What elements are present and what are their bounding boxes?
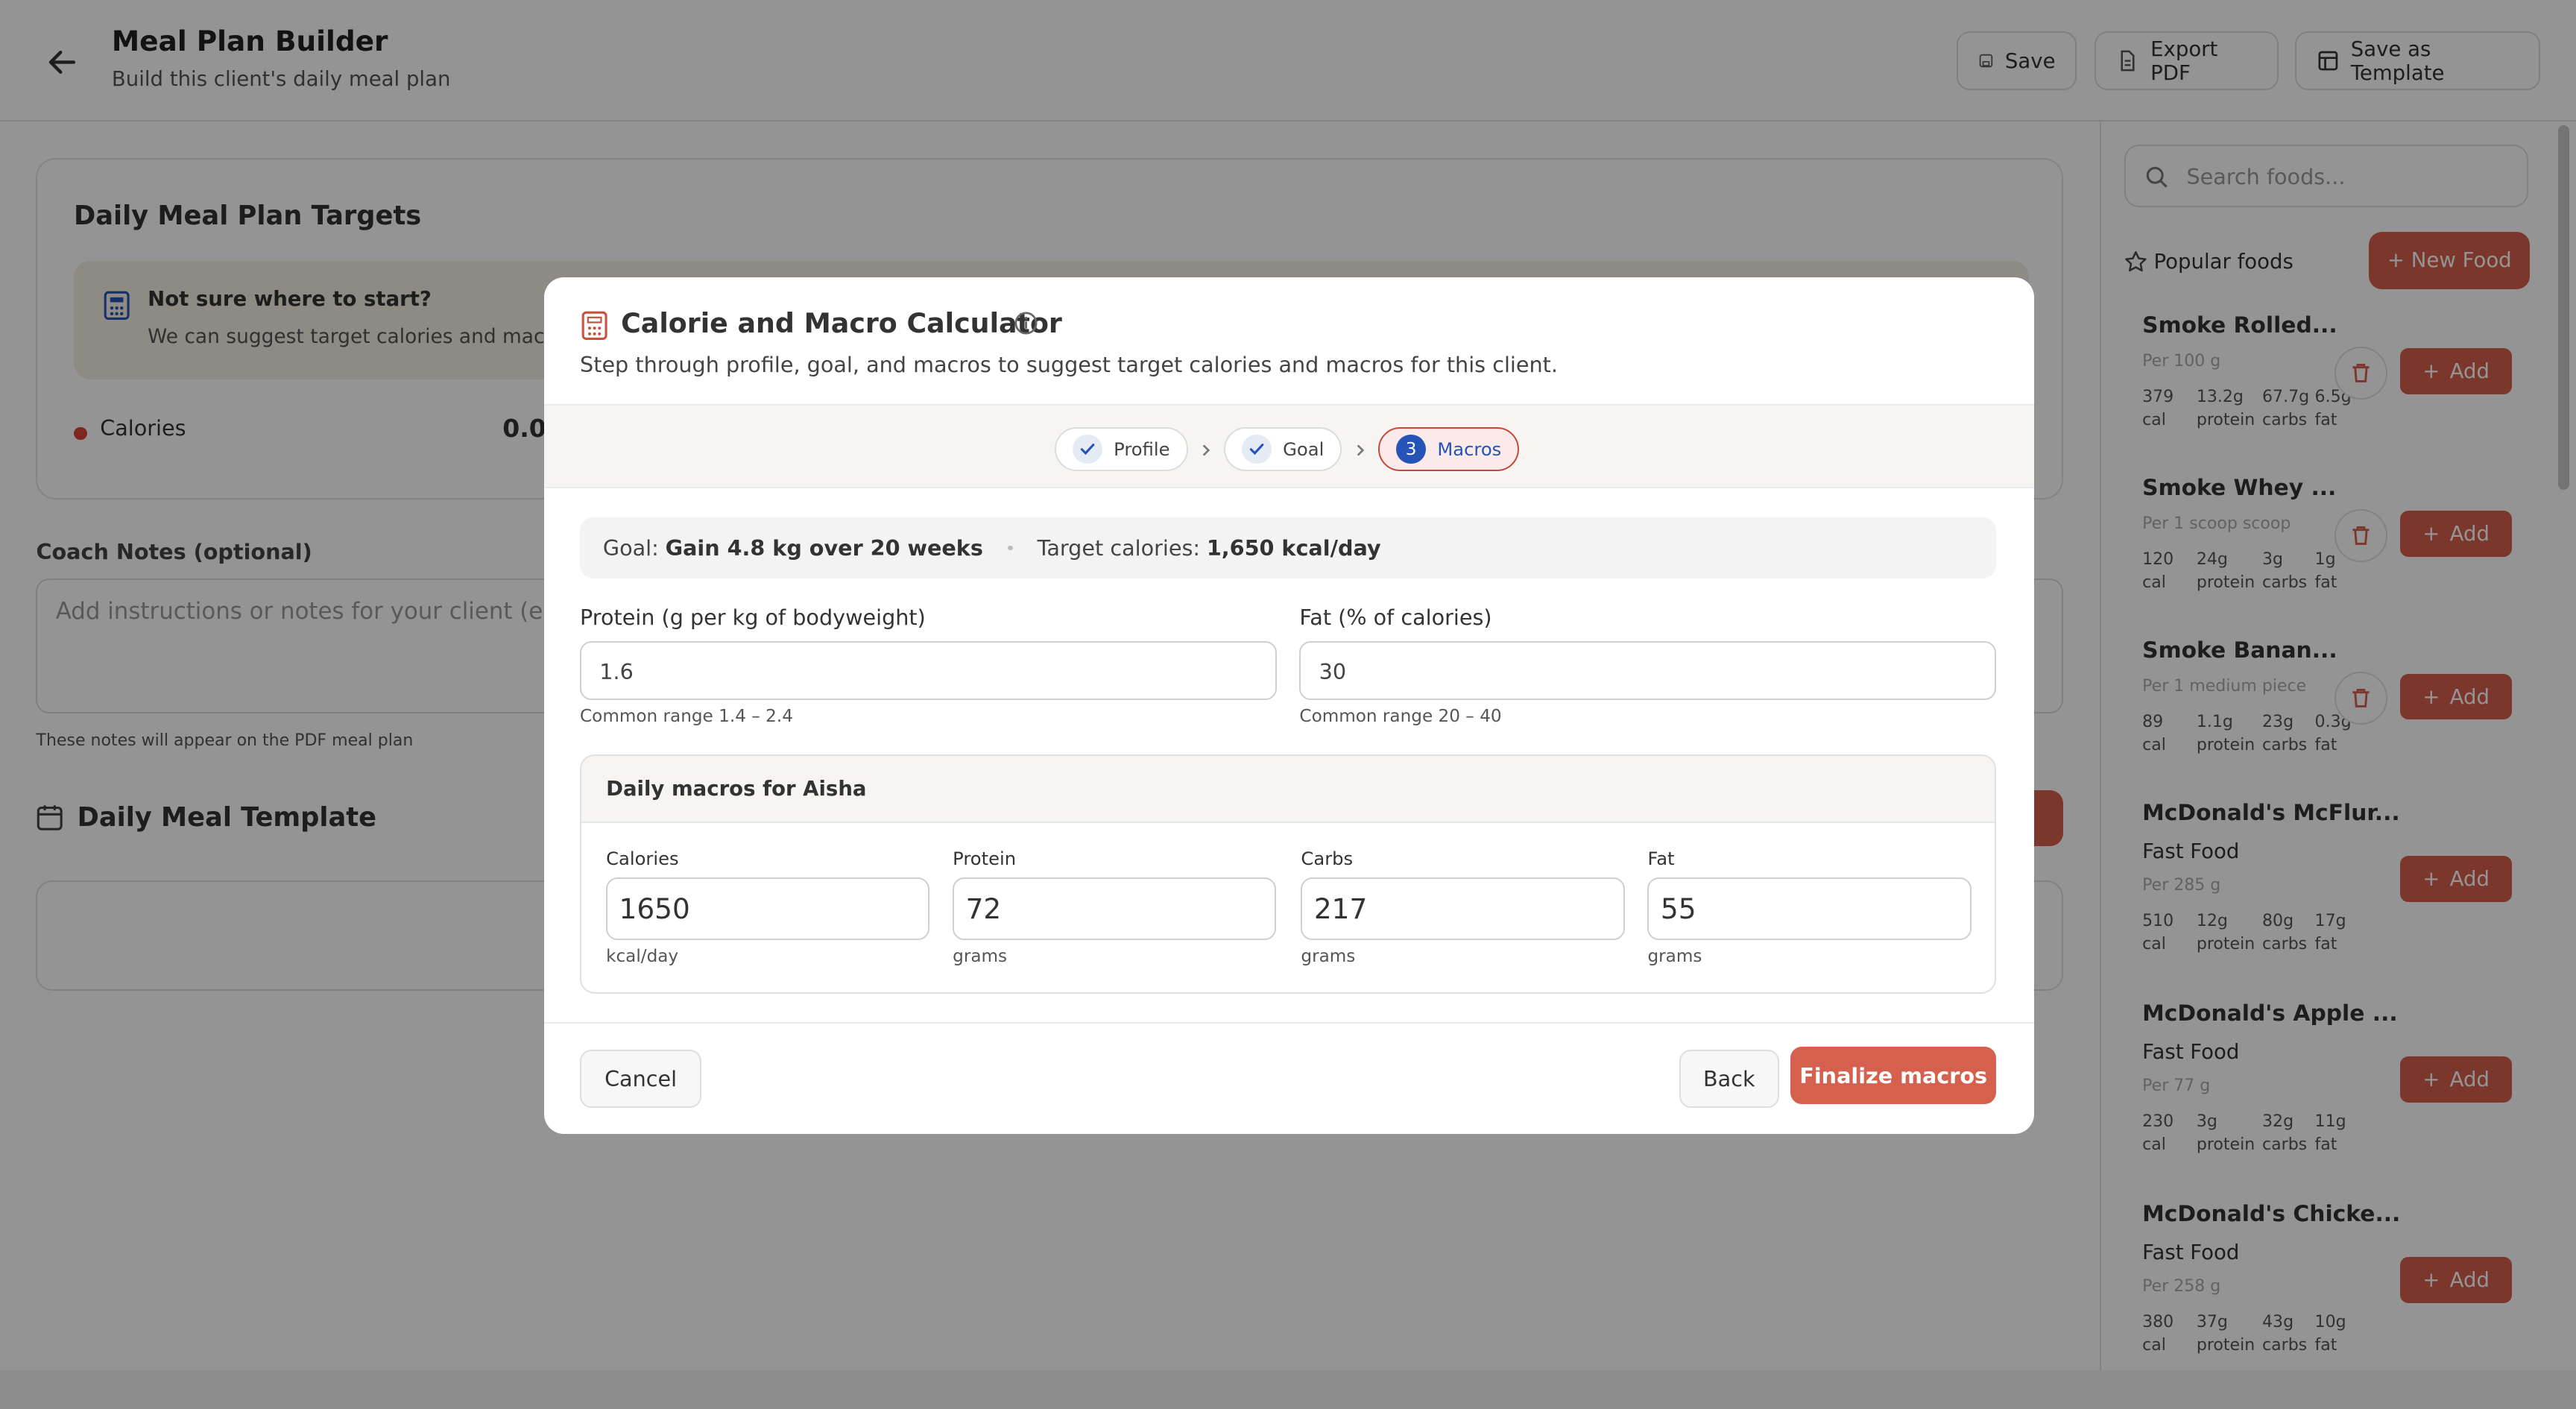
- goal-summary: Goal: Gain 4.8 kg over 20 weeks Target c…: [580, 517, 1996, 579]
- macro-fat: Fat 55 grams: [1647, 848, 1972, 966]
- daily-macros-box: Daily macros for Aisha Calories 1650 kca…: [580, 754, 1996, 995]
- stepper: Profile Goal 3 Macros: [543, 404, 2034, 488]
- step-profile[interactable]: Profile: [1055, 426, 1188, 472]
- check-icon: [1249, 444, 1264, 456]
- finalize-macros-button[interactable]: Finalize macros: [1790, 1047, 1996, 1105]
- app-root: Meal Plan Builder Build this client's da…: [0, 0, 2576, 1409]
- macro-unit: grams: [953, 946, 1008, 966]
- modal-title: Calorie and Macro Calculator: [621, 307, 1062, 340]
- protein-ratio-hint: Common range 1.4 – 2.4: [580, 706, 793, 726]
- macro-label: Protein: [953, 848, 1017, 870]
- macro-unit: grams: [1301, 946, 1356, 966]
- macro-unit: kcal/day: [606, 946, 679, 966]
- step-label: Macros: [1437, 438, 1502, 461]
- macro-label: Calories: [606, 848, 679, 870]
- step-label: Profile: [1114, 438, 1170, 461]
- macro-label: Carbs: [1301, 848, 1354, 870]
- chevron-right-icon: [1357, 444, 1365, 456]
- target-calories-value: 1,650 kcal/day: [1206, 535, 1381, 561]
- fat-percent-input[interactable]: 30: [1299, 640, 1996, 700]
- modal-footer-divider: [543, 1021, 2034, 1024]
- goal-label: Goal:: [602, 535, 659, 561]
- modal-subtitle: Step through profile, goal, and macros t…: [580, 351, 1558, 377]
- separator-dot: [1007, 545, 1013, 551]
- macro-fat-input[interactable]: 55: [1647, 877, 1972, 940]
- macro-calculator-modal: Calorie and Macro Calculator Step throug…: [543, 277, 2034, 1134]
- protein-ratio-label: Protein (g per kg of bodyweight): [580, 605, 926, 631]
- step-label: Goal: [1283, 438, 1325, 461]
- protein-ratio-input[interactable]: 1.6: [580, 640, 1277, 700]
- macro-label: Fat: [1647, 848, 1675, 870]
- step-done-badge: [1242, 434, 1272, 464]
- macro-calories: Calories 1650 kcal/day: [606, 848, 930, 966]
- step-macros[interactable]: 3 Macros: [1378, 426, 1520, 472]
- macro-carbs-input[interactable]: 217: [1301, 877, 1625, 940]
- check-icon: [1080, 444, 1095, 456]
- fat-percent-label: Fat (% of calories): [1299, 605, 1492, 631]
- macro-calories-input[interactable]: 1650: [606, 877, 930, 940]
- macro-carbs: Carbs 217 grams: [1301, 848, 1625, 966]
- goal-value: Gain 4.8 kg over 20 weeks: [665, 535, 983, 561]
- step-goal[interactable]: Goal: [1224, 426, 1342, 472]
- fat-percent-hint: Common range 20 – 40: [1299, 706, 1502, 726]
- target-calories-label: Target calories:: [1037, 535, 1201, 561]
- back-button[interactable]: Back: [1679, 1050, 1780, 1108]
- macro-protein-input[interactable]: 72: [953, 877, 1277, 940]
- daily-macros-heading: Daily macros for Aisha: [581, 755, 1995, 824]
- step-number-badge: 3: [1396, 434, 1426, 464]
- step-done-badge: [1073, 434, 1102, 464]
- info-icon[interactable]: [1014, 311, 1038, 335]
- macro-protein: Protein 72 grams: [953, 848, 1277, 966]
- calculator-icon: [581, 311, 607, 340]
- macro-unit: grams: [1647, 946, 1702, 966]
- chevron-right-icon: [1202, 444, 1210, 456]
- cancel-button[interactable]: Cancel: [580, 1050, 702, 1108]
